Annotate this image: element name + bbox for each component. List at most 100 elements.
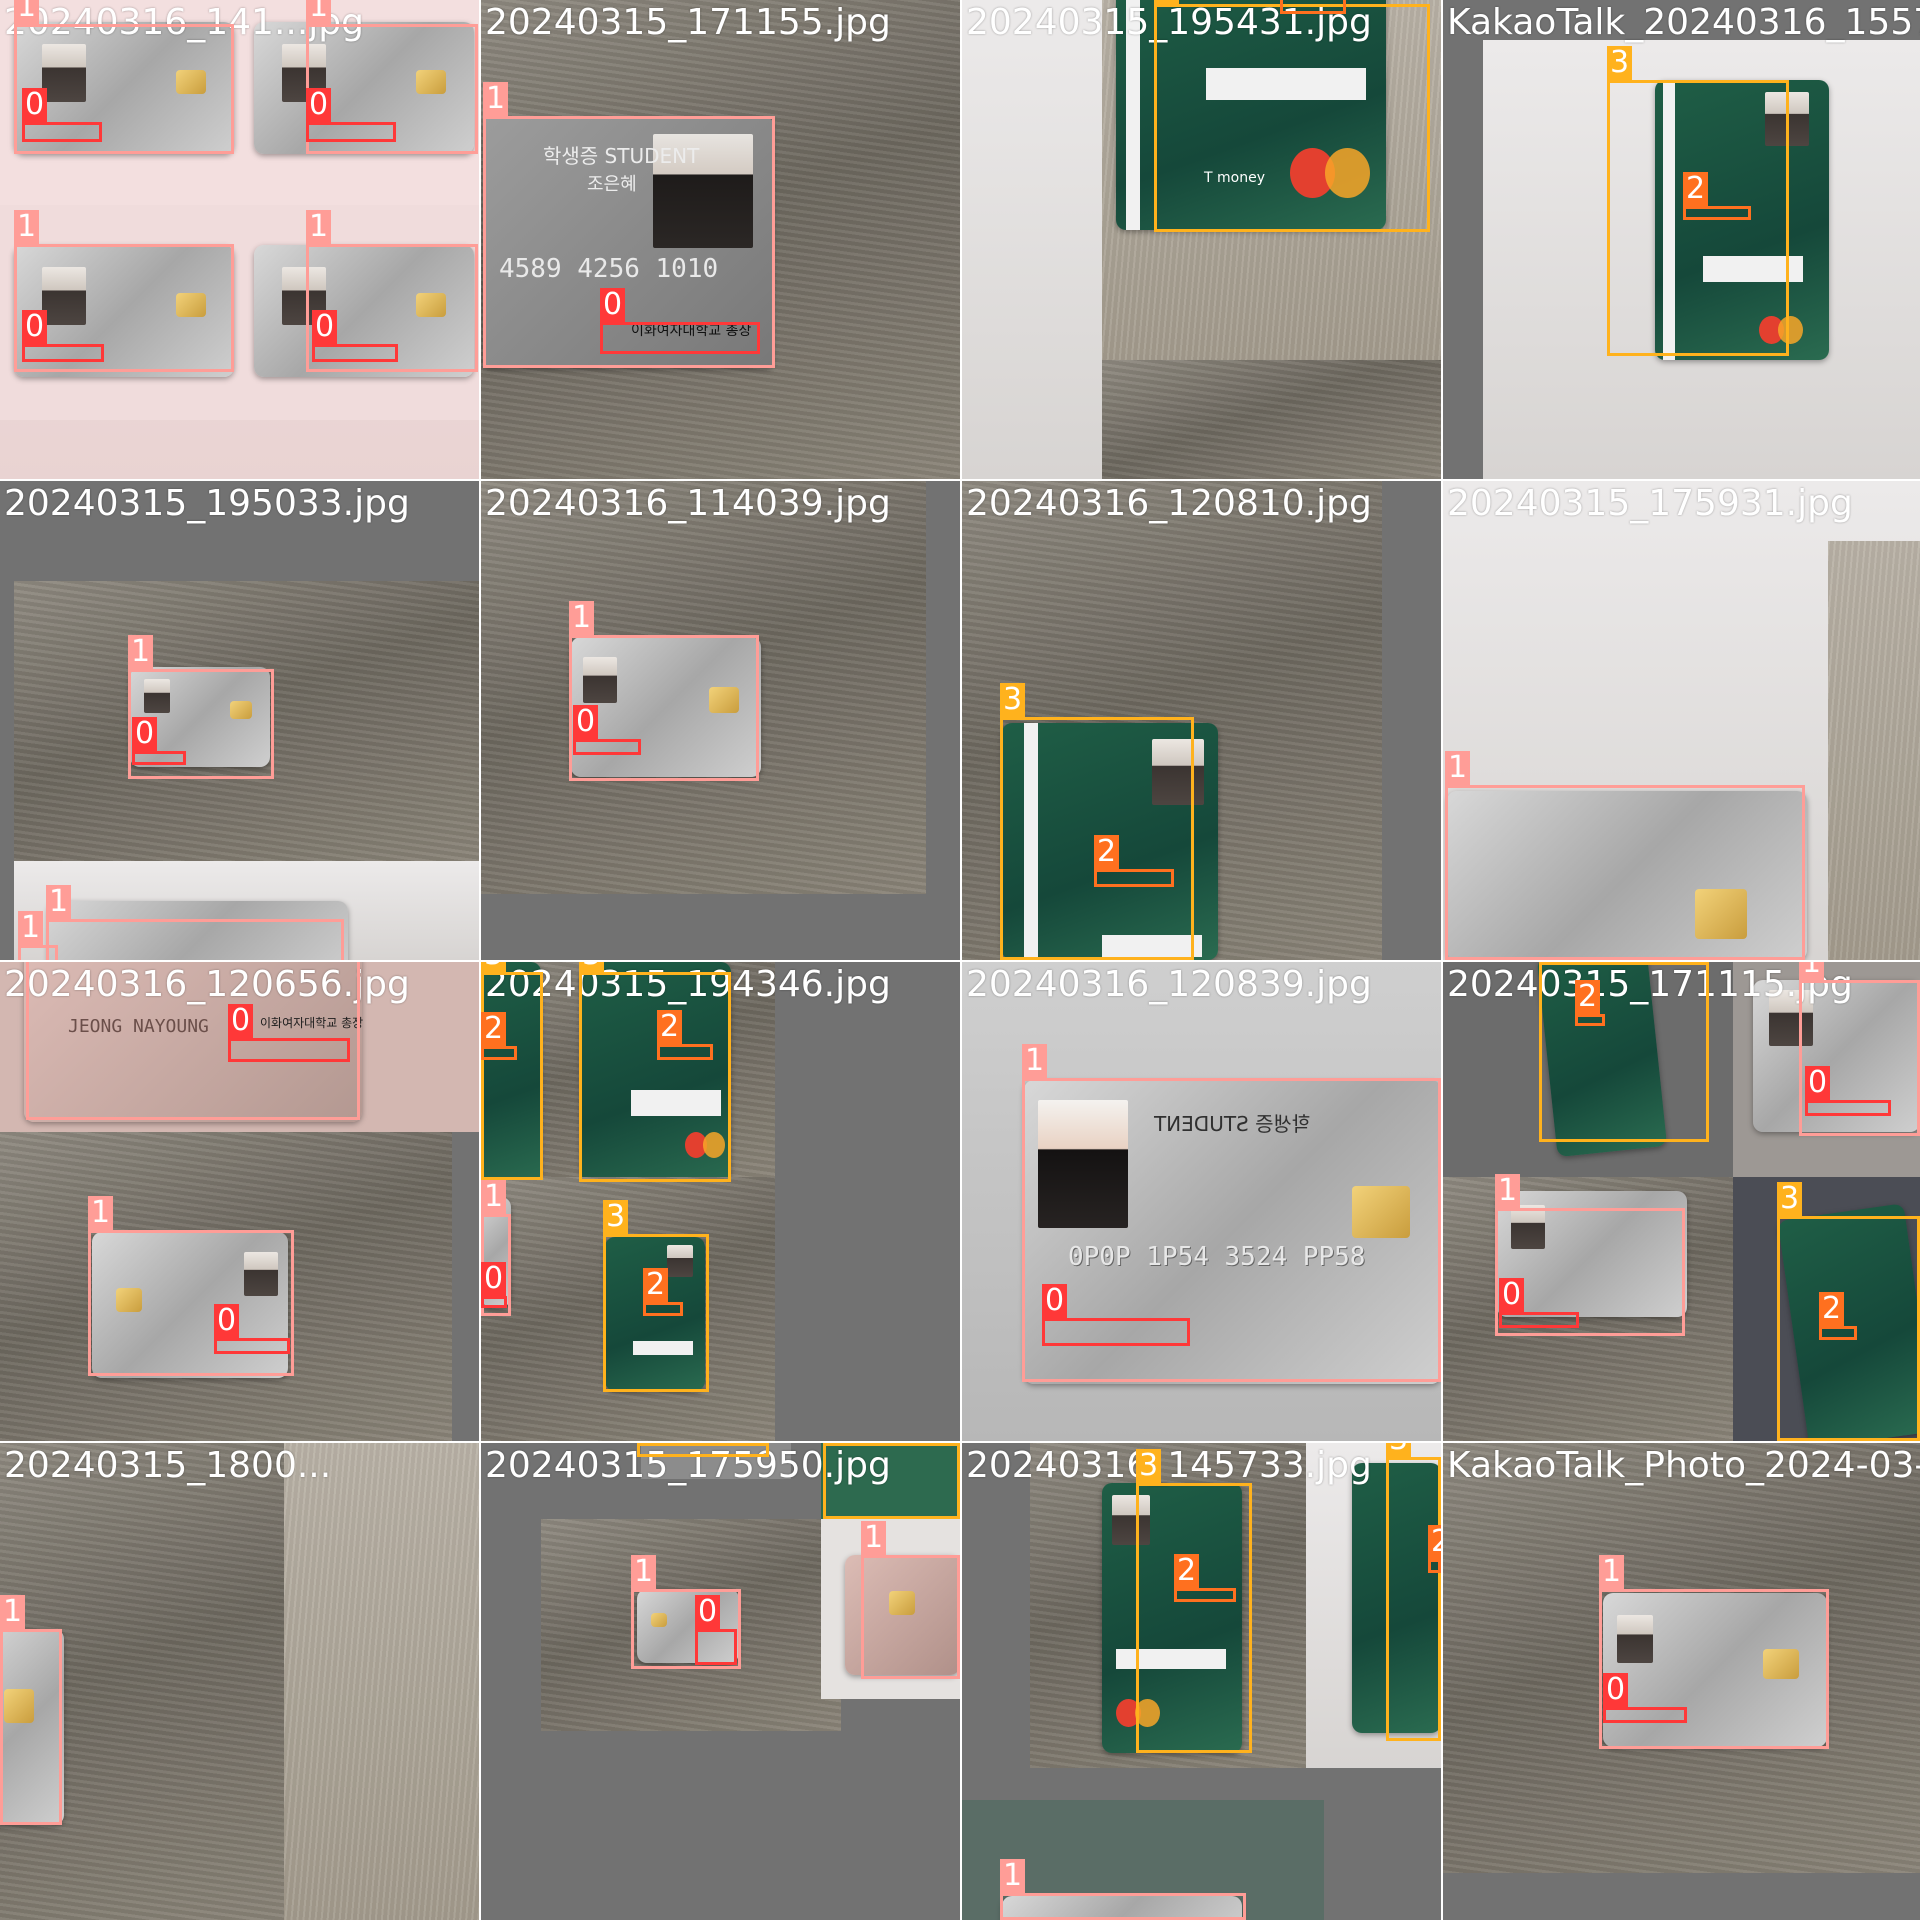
bbox-class-2: 2 (1575, 980, 1605, 1026)
bbox-class-0: 0 (1042, 1284, 1190, 1346)
bbox-class-0: 0 (573, 705, 641, 755)
bbox-label: 0 (22, 310, 48, 344)
bbox-label: 1 (14, 210, 40, 244)
bbox-class-0: 0 (132, 717, 186, 765)
bbox-class-1: 1 (88, 1196, 294, 1376)
bbox-class-3: 3 (1539, 962, 1709, 1142)
photo (1102, 360, 1441, 479)
bbox-label: 2 (657, 1010, 683, 1044)
bbox-label: 1 (1495, 1174, 1521, 1208)
bbox-label: 1 (128, 635, 154, 669)
bbox-label: 1 (306, 210, 332, 244)
bbox-class-1: 1 (0, 1595, 62, 1825)
bbox-label: 0 (306, 88, 332, 122)
tile: 20240316_141...jpg 1 0 1 0 1 0 1 0 (0, 0, 479, 479)
bbox-class-0: 0 (1805, 1066, 1891, 1116)
bbox-label: 3 (1000, 683, 1026, 717)
bbox-class-0: 0 (312, 310, 398, 362)
bbox-label: 2 (1575, 980, 1601, 1014)
bbox-label: 3 (579, 962, 605, 972)
bbox-label: 2 (643, 1268, 669, 1302)
bbox-label: 3 (603, 1200, 629, 1234)
bbox-class-1: 1 (861, 1521, 960, 1679)
bbox-label: 1 (1799, 962, 1825, 980)
bbox-label: 1 (18, 911, 44, 945)
bbox-class-2: 2 (657, 1010, 713, 1060)
tile: JEONG NAYOUNG 이화여자대학교 총장 20240316_120656… (0, 962, 479, 1441)
bbox-label: 2 (1094, 835, 1120, 869)
bbox-label: 0 (481, 1262, 507, 1296)
bbox-label: 1 (46, 885, 72, 919)
bbox-class-3: 3 (481, 962, 543, 1180)
tile: 20240315_175931.jpg 1 (1443, 481, 1920, 960)
bbox-label: 1 (1599, 1555, 1625, 1589)
tile: 20240316_145733.jpg 3 2 3 2 1 (962, 1443, 1441, 1920)
tile: 20240316_114039.jpg 1 0 (481, 481, 960, 960)
photo (1828, 541, 1920, 960)
bbox-class-0: 0 (22, 310, 104, 362)
bbox-class-1: 1 (18, 911, 58, 960)
bbox-class-1: 1 (1445, 751, 1805, 960)
bbox-label: 1 (481, 1180, 507, 1214)
bbox-label: 0 (1805, 1066, 1831, 1100)
bbox-class-0: 0 (481, 1262, 507, 1308)
tile: 학생증 STUDENT 0P0P 1P54 3524 PP58 20240316… (962, 962, 1441, 1441)
bbox-class-3: 3 (1386, 1443, 1441, 1741)
bbox-label: 3 (1607, 46, 1633, 80)
photo (284, 1443, 479, 1920)
bbox-label: 1 (483, 82, 509, 116)
bbox-class-2: 2 (1819, 1292, 1857, 1340)
bbox-class-3: 3 (579, 962, 731, 1182)
bbox-class-0: 0 (22, 88, 102, 142)
bbox-class-0: 0 (600, 288, 760, 354)
bbox-label: 0 (214, 1304, 240, 1338)
bbox-class-2: 2 (643, 1268, 683, 1316)
bbox-class-0: 0 (1603, 1673, 1687, 1723)
bbox-class-0: 0 (214, 1304, 290, 1354)
bbox-label: 0 (132, 717, 158, 751)
bbox-class-1: 1 (46, 885, 344, 960)
grid-separator (0, 960, 1920, 962)
tile: 20240315_194346.jpg 3 2 3 2 1 0 3 2 (481, 962, 960, 1441)
bbox-label: 1 (1022, 1044, 1048, 1078)
tile: 20240316_120810.jpg 3 2 (962, 481, 1441, 960)
detection-mosaic: 20240316_141...jpg 1 0 1 0 1 0 1 0 학생증 S… (0, 0, 1920, 1920)
bbox-label: 1 (1000, 1859, 1026, 1893)
bbox-label: 0 (228, 1004, 254, 1038)
bbox-label: 1 (88, 1196, 114, 1230)
bbox-class-1: 1 (1599, 1555, 1829, 1749)
bbox-class-1: 1 (1000, 1859, 1246, 1920)
bbox-label: 1 (631, 1555, 657, 1589)
bbox-class-0: 0 (228, 1004, 350, 1062)
bbox-label: 0 (1499, 1278, 1525, 1312)
bbox-class-0: 0 (1499, 1278, 1579, 1328)
bbox-label: 2 (1428, 1525, 1441, 1559)
bbox-label: 1 (569, 601, 595, 635)
tile: 20240315_195033.jpg 1 0 1 1 (0, 481, 479, 960)
bbox-label: 3 (1154, 0, 1180, 4)
bbox-label: 0 (600, 288, 626, 322)
bbox-class-2: 2 (1174, 1554, 1236, 1602)
bbox-class-3: 3 (823, 1443, 960, 1519)
bbox-label: 0 (1603, 1673, 1629, 1707)
bbox-class-2: 2 (481, 1012, 517, 1060)
bbox-label: 3 (1777, 1182, 1803, 1216)
bbox-class-0: 0 (306, 88, 396, 142)
bbox-class-2: 2 (1428, 1525, 1441, 1573)
bbox-label: 3 (481, 962, 507, 972)
bbox-class-3: 3 (1136, 1449, 1252, 1753)
bbox-label: 1 (14, 0, 40, 24)
grid-separator (0, 479, 1920, 481)
bbox-label: 0 (22, 88, 48, 122)
tile: T money 20240315_195431.jpg 3 2 (962, 0, 1441, 479)
tile: 20240315_1800... 1 (0, 1443, 479, 1920)
bbox-label: 2 (1819, 1292, 1845, 1326)
bbox-label: 0 (312, 310, 338, 344)
bbox-label: 0 (1042, 1284, 1068, 1318)
bbox-class-0: 0 (695, 1595, 737, 1665)
bbox-class-2: 2 (1094, 835, 1174, 887)
bbox-label: 0 (573, 705, 599, 739)
bbox-label: 3 (1386, 1443, 1412, 1457)
bbox-label: 0 (695, 1595, 721, 1629)
bbox-label: 1 (861, 1521, 887, 1555)
